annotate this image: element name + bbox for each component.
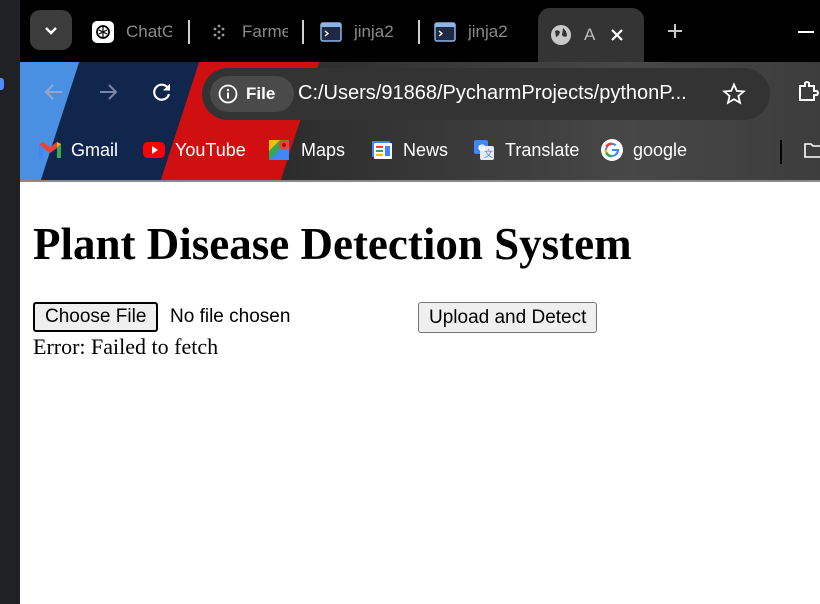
news-icon — [370, 138, 394, 162]
reload-icon — [153, 83, 171, 101]
tab-chatgpt[interactable]: ChatG — [92, 12, 172, 52]
bookmark-star-icon[interactable] — [722, 82, 746, 106]
chevron-down-icon — [45, 27, 57, 35]
browser-toolbar: File C:/Users/91868/PycharmProjects/pyth… — [20, 62, 820, 180]
google-icon — [600, 138, 624, 162]
background-window-strip — [0, 0, 20, 604]
close-tab-icon[interactable] — [610, 28, 624, 42]
dots-icon — [208, 21, 230, 43]
extensions-icon[interactable] — [798, 80, 820, 102]
arrow-right-icon — [100, 84, 118, 100]
url-text[interactable]: C:/Users/91868/PycharmProjects/pythonP..… — [298, 82, 706, 105]
terminal-icon — [434, 21, 456, 43]
bookmark-label: YouTube — [175, 139, 246, 160]
tab-title: ChatG — [126, 22, 172, 41]
page-content: Plant Disease Detection System Choose Fi… — [20, 182, 820, 604]
tab-separator — [418, 20, 420, 44]
tab-jinja2-first[interactable]: jinja2 — [320, 12, 404, 52]
tab-title: Farme — [242, 22, 288, 41]
bookmark-news[interactable]: News — [370, 137, 448, 163]
bookmark-youtube[interactable]: YouTube — [142, 137, 246, 163]
svg-text:文: 文 — [484, 148, 493, 160]
folder-icon[interactable] — [804, 142, 820, 158]
choose-file-button[interactable]: Choose File — [33, 302, 159, 332]
forward-button[interactable] — [90, 74, 126, 110]
bookmark-google[interactable]: google — [600, 137, 687, 163]
error-message: Error: Failed to fetch — [33, 334, 219, 359]
bookmark-label: Maps — [301, 139, 346, 160]
tab-search-button[interactable] — [30, 10, 72, 50]
back-button[interactable] — [36, 74, 72, 110]
bookmark-maps[interactable]: Maps — [268, 137, 345, 163]
plus-icon — [668, 24, 682, 38]
globe-icon — [550, 24, 572, 46]
minimize-window-button[interactable] — [798, 31, 814, 33]
address-bar[interactable]: File C:/Users/91868/PycharmProjects/pyth… — [202, 68, 770, 120]
maps-icon — [268, 138, 292, 162]
new-tab-button[interactable] — [660, 16, 690, 46]
tab-jinja2-second[interactable]: jinja2 — [434, 12, 518, 52]
page-title: Plant Disease Detection System — [33, 219, 632, 269]
gmail-icon — [38, 138, 62, 162]
bookmark-label: google — [633, 139, 688, 160]
reload-button[interactable] — [144, 74, 180, 110]
file-status-text: No file chosen — [170, 306, 291, 327]
tab-title: jinja2 — [468, 22, 508, 41]
chatgpt-icon — [92, 21, 114, 43]
youtube-icon — [142, 138, 166, 162]
tab-separator — [188, 20, 190, 44]
arrow-left-icon — [44, 84, 62, 100]
site-info-label: File — [246, 84, 276, 103]
info-icon — [218, 84, 238, 104]
bookmarks-bar: Gmail YouTube Maps News G文 Translate goo… — [20, 128, 820, 172]
window-indicator — [0, 78, 4, 90]
bookmark-label: Translate — [505, 139, 580, 160]
bookmark-gmail[interactable]: Gmail — [38, 137, 118, 163]
terminal-icon — [320, 21, 342, 43]
bookmark-label: News — [403, 139, 449, 160]
site-info-chip[interactable]: File — [210, 76, 294, 112]
tab-active-page[interactable]: A — [538, 8, 644, 62]
bookmark-translate[interactable]: G文 Translate — [472, 137, 579, 163]
tab-farmer[interactable]: Farme — [208, 12, 288, 52]
translate-icon: G文 — [472, 138, 496, 162]
tab-title: A — [584, 25, 596, 44]
tab-title: jinja2 — [354, 22, 394, 41]
tab-separator — [302, 20, 304, 44]
bookmarks-separator — [780, 140, 782, 164]
upload-detect-button[interactable]: Upload and Detect — [418, 302, 598, 333]
tab-strip: ChatG Farme jinja2 jinja2 A — [20, 0, 820, 62]
bookmark-label: Gmail — [71, 139, 119, 160]
